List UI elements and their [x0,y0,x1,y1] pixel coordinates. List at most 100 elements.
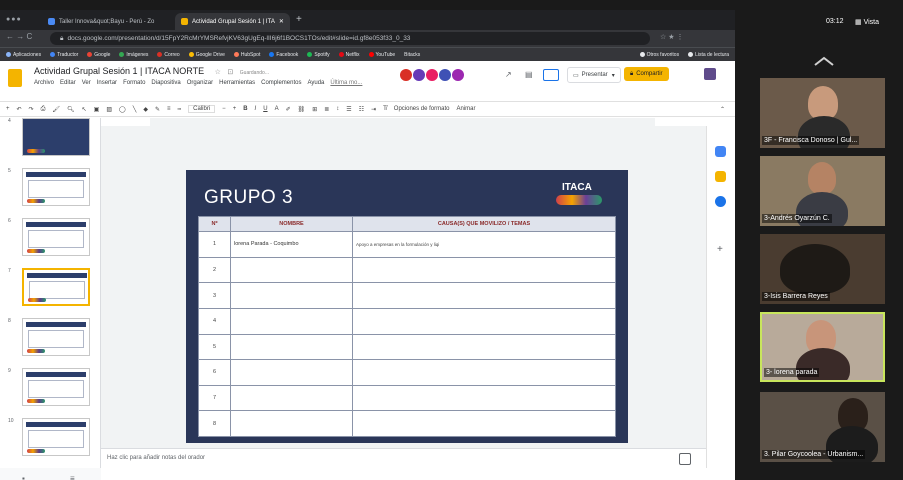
bookmark-spotify[interactable]: Spotify [307,52,330,58]
bookmark-mail[interactable]: Correo [157,52,180,58]
menu-format[interactable]: Formato [123,80,145,86]
new-tab-icon[interactable]: + [296,14,302,25]
avatar[interactable] [452,69,464,81]
row-name[interactable] [230,256,353,284]
decrease-size-icon[interactable]: − [222,106,226,112]
menu-view[interactable]: Ver [82,80,91,86]
row-name[interactable]: lorena Parada - Coquimbo [230,231,353,258]
menu-arrange[interactable]: Organizar [187,80,213,86]
url-input[interactable]: 🔒︎ docs.google.com/presentation/d/15FpY2… [50,32,650,45]
reading-list[interactable]: Lista de lectura [688,52,729,58]
menu-insert[interactable]: Insertar [97,80,117,86]
star-icon[interactable]: ☆ [215,69,221,76]
row-name[interactable] [230,333,353,361]
bookmark-netflix[interactable]: Netflix [338,52,360,58]
avatar[interactable] [426,69,438,81]
bookmark-translator[interactable]: Traductor [50,52,78,58]
bookmark-youtube[interactable]: YouTube [368,52,395,58]
row-number[interactable]: 4 [198,307,231,335]
row-number[interactable]: 8 [198,410,231,437]
move-folder-icon[interactable]: ⊡ [227,69,233,76]
border-weight-icon[interactable]: ≡ [167,106,171,112]
bookmark-images[interactable]: Imágenes [119,52,148,58]
zoom-icon[interactable]: 🔍︎ [67,106,75,113]
menu-edit[interactable]: Editar [60,80,76,86]
line-spacing-icon[interactable]: ↕ [336,106,339,112]
slide-thumbnail[interactable] [22,218,90,256]
row-name[interactable] [230,384,353,412]
calendar-icon[interactable] [715,146,726,157]
menu-slide[interactable]: Diapositiva [151,80,180,86]
row-number[interactable]: 5 [198,333,231,361]
slide-thumbnail-selected[interactable] [22,268,90,306]
line-icon[interactable]: ╲ [133,106,137,113]
row-name[interactable] [230,307,353,335]
menu-file[interactable]: Archivo [34,80,54,86]
bookmark-bitacks[interactable]: Bitacks [404,52,420,58]
menu-addons[interactable]: Complementos [261,80,301,86]
print-icon[interactable]: ⎙ [41,106,46,113]
collapse-chevron-icon[interactable] [813,55,835,67]
indent-icon[interactable]: ⇥ [371,106,376,113]
present-button[interactable]: ▭ Presentar ▾ [567,67,621,83]
bulleted-list-icon[interactable]: ☰ [346,106,351,113]
list-view-icon[interactable]: ≡ [70,474,75,480]
bookmark-google[interactable]: Google [87,52,110,58]
row-number[interactable]: 1 [198,231,231,258]
shape-icon[interactable]: ◯ [119,106,126,113]
participant-tile[interactable]: 3F - Francisca Donoso | Gul... [760,78,885,148]
extensions-icon[interactable]: ☆ ★ ⋮ [660,33,683,41]
slides-logo-icon[interactable] [8,69,22,87]
row-cause[interactable] [352,384,616,412]
view-button[interactable]: ▦ Vista [855,18,879,26]
font-select[interactable]: Calibri [188,105,216,113]
participant-tile[interactable]: 3-Isis Barrera Reyes [760,234,885,304]
underline-icon[interactable]: U [263,106,267,112]
last-edit-link[interactable]: Última mo... [330,80,362,86]
animate-button[interactable]: Animar [456,106,475,112]
paint-format-icon[interactable]: 🖌︎ [52,106,60,113]
bookmark-hubspot[interactable]: HubSpot [233,52,260,58]
slide-thumbnail[interactable] [22,118,90,156]
row-number[interactable]: 3 [198,282,231,309]
slide-thumbnail[interactable] [22,368,90,406]
border-color-icon[interactable]: ✎ [155,106,160,113]
group-table[interactable]: Nº NOMBRE CAUSA(S) QUE MOVILIZO / TEMAS … [198,216,616,437]
row-name[interactable] [230,282,353,309]
participant-tile-active[interactable]: 3- lorena parada [760,312,885,382]
meet-icon[interactable] [543,69,559,81]
tab-zoom[interactable]: Taller Innova&quot;Bayu - Perú - Zo [42,13,172,30]
row-number[interactable]: 2 [198,256,231,284]
increase-size-icon[interactable]: + [233,106,237,112]
menu-tools[interactable]: Herramientas [219,80,255,86]
fill-color-icon[interactable]: ◆ [143,106,148,113]
row-number[interactable]: 7 [198,384,231,412]
row-cause[interactable] [352,333,616,361]
slide-thumbnail[interactable] [22,168,90,206]
bold-icon[interactable]: B [243,106,247,112]
close-tab-icon[interactable]: ✕ [279,18,284,25]
document-title[interactable]: Actividad Grupal Sesión 1 | ITACA NORTE [34,66,204,76]
tasks-icon[interactable] [715,196,726,207]
bookmark-drive[interactable]: Google Drive [188,52,225,58]
share-button[interactable]: 🔒︎ Compartir [624,67,669,81]
grid-view-icon[interactable]: ▪ [22,474,25,480]
slide[interactable]: GRUPO 3 ITACA Nº NOMBRE CAUSA(S) QUE MOV… [186,170,628,443]
avatar[interactable] [439,69,451,81]
clear-format-icon[interactable]: T̸ [383,106,387,112]
numbered-list-icon[interactable]: ☷ [359,106,364,113]
row-name[interactable] [230,359,353,386]
comments-icon[interactable]: ▤ [525,70,533,79]
collaborator-avatars[interactable] [400,69,464,81]
textbox-icon[interactable]: ▣ [94,106,100,113]
row-cause[interactable] [352,307,616,335]
add-addon-icon[interactable]: + [717,244,723,255]
link-icon[interactable]: ⛓︎ [298,106,306,113]
menu-help[interactable]: Ayuda [307,80,324,86]
participant-tile[interactable]: 3-Andrés Oyarzún C. [760,156,885,226]
explore-icon[interactable] [679,453,691,465]
slide-thumbnail[interactable] [22,318,90,356]
comment-icon[interactable]: ⊞ [312,106,317,113]
participant-tile[interactable]: 3. Pilar Goycoolea - Urbanism... [760,392,885,462]
header-name[interactable]: NOMBRE [230,216,353,232]
